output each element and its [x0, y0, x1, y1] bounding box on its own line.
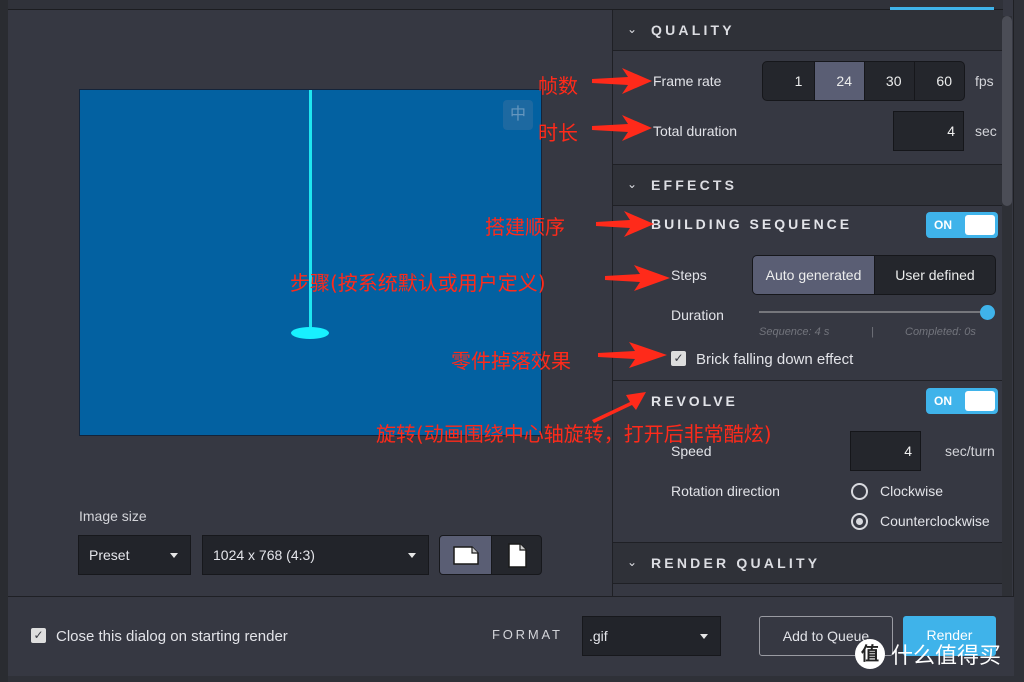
arrow-revolve	[592, 392, 646, 423]
arrow-duration	[592, 115, 652, 141]
arrow-steps	[605, 265, 670, 291]
watermark: 值 什么值得买	[855, 638, 1001, 670]
annotation-arrows	[592, 68, 670, 423]
watermark-badge: 值	[855, 639, 885, 669]
arrow-frame-rate	[592, 68, 652, 94]
watermark-text: 什么值得买	[891, 644, 1002, 669]
arrow-brick-falling	[598, 342, 667, 368]
arrow-building-sequence	[596, 211, 654, 237]
render-dialog-screen: 中 Image size Preset 1024 x 768 (4:3) ⌄ Q…	[0, 0, 1024, 682]
